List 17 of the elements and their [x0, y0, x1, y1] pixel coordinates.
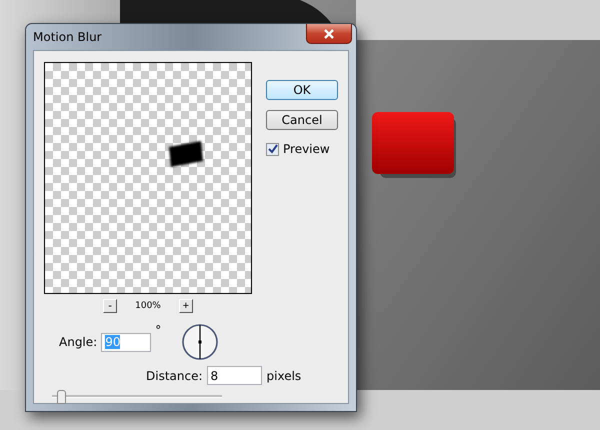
slider-thumb[interactable] [56, 390, 66, 404]
close-icon [323, 28, 335, 38]
zoom-level: 100% [135, 301, 161, 311]
dialog-button[interactable]: Cancel [266, 110, 338, 130]
zoom-out-button[interactable]: - [103, 299, 118, 313]
field-label: Angle: [59, 335, 98, 349]
input-field[interactable]: 8 [206, 366, 262, 385]
zoom-in-button[interactable]: + [178, 299, 193, 313]
unit-label: ° [155, 323, 162, 337]
dialog-button[interactable]: OK [266, 80, 338, 100]
angle-dial-icon[interactable] [181, 323, 220, 361]
preview-checkbox[interactable] [266, 142, 279, 156]
field-label: Distance: [146, 368, 203, 382]
checkbox-label: Preview [283, 142, 330, 156]
close-button[interactable] [306, 24, 352, 44]
unit-label: pixels [266, 368, 302, 382]
window-title: Motion Blur [33, 30, 102, 44]
